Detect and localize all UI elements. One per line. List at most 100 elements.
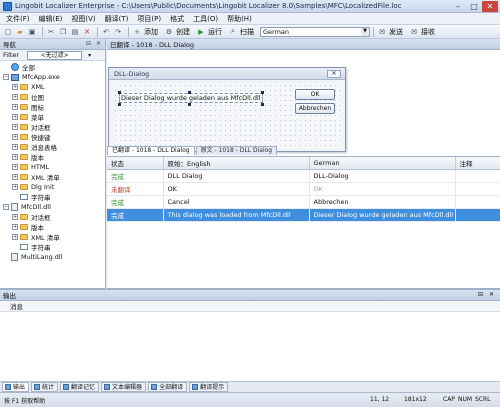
- expand-icon[interactable]: +: [12, 134, 18, 140]
- column-status[interactable]: 状态: [107, 157, 164, 170]
- tab-statistics[interactable]: 统计: [31, 382, 59, 392]
- collapse-icon[interactable]: −: [3, 74, 9, 80]
- note-cell[interactable]: [455, 208, 500, 222]
- minimize-button[interactable]: –: [450, 1, 466, 12]
- create-button[interactable]: 创建: [176, 27, 190, 37]
- table-row[interactable]: 未翻译 OK OK: [107, 182, 500, 196]
- tree-item[interactable]: 全部: [0, 62, 105, 72]
- resize-handle[interactable]: [261, 103, 264, 106]
- cut-icon[interactable]: ✂: [46, 27, 56, 37]
- receive-icon[interactable]: ✉: [409, 27, 419, 37]
- ok-button[interactable]: OK: [295, 89, 335, 100]
- resize-handle[interactable]: [261, 91, 264, 94]
- expand-icon[interactable]: +: [12, 84, 18, 90]
- tree-item[interactable]: + Dlg Init: [0, 182, 105, 192]
- tree-item[interactable]: + 版本: [0, 222, 105, 232]
- dialog-static-text[interactable]: Dieser Dialog wurde geladen aus MfcDll.d…: [119, 93, 263, 103]
- cancel-button[interactable]: Abbrechen: [295, 103, 335, 114]
- tree-item[interactable]: − MfcDll.dll: [0, 202, 105, 212]
- send-button[interactable]: 发送: [389, 27, 403, 37]
- status-cell[interactable]: 完成: [107, 195, 164, 209]
- target-cell[interactable]: DLL-Dialog: [309, 169, 456, 183]
- maximize-button[interactable]: □: [466, 1, 482, 12]
- tree-item[interactable]: + XML 清单: [0, 232, 105, 242]
- note-cell[interactable]: [455, 169, 500, 183]
- tree-item[interactable]: + 快捷键: [0, 132, 105, 142]
- source-cell[interactable]: Cancel: [163, 195, 310, 209]
- expand-icon[interactable]: +: [12, 114, 18, 120]
- scan-icon[interactable]: ⌕: [228, 27, 238, 37]
- status-cell[interactable]: 完成: [107, 208, 164, 222]
- pin-icon[interactable]: ⊟: [86, 40, 91, 47]
- add-button[interactable]: 添加: [144, 27, 158, 37]
- resize-handle[interactable]: [118, 91, 121, 94]
- source-cell[interactable]: This dialog was loaded from MfcDll.dll: [163, 208, 310, 222]
- source-cell[interactable]: DLL Dialog: [163, 169, 310, 183]
- expand-icon[interactable]: +: [12, 144, 18, 150]
- run-icon[interactable]: ▶: [196, 27, 206, 37]
- add-icon[interactable]: +: [132, 27, 142, 37]
- tree-item[interactable]: + 对话框: [0, 122, 105, 132]
- redo-icon[interactable]: ↷: [113, 27, 123, 37]
- close-button[interactable]: ✕: [482, 1, 498, 12]
- menu-tools[interactable]: 工具(O): [193, 14, 218, 24]
- message-column[interactable]: 消息: [10, 301, 23, 311]
- note-cell[interactable]: [455, 195, 500, 209]
- paste-icon[interactable]: ▤: [70, 27, 80, 37]
- menu-edit[interactable]: 编辑(E): [39, 14, 63, 24]
- tree-item[interactable]: + 菜单: [0, 112, 105, 122]
- tab-translation-memory[interactable]: 翻译记忆: [60, 382, 100, 392]
- expand-icon[interactable]: +: [12, 164, 18, 170]
- copy-icon[interactable]: ❐: [58, 27, 68, 37]
- status-cell[interactable]: 未翻译: [107, 182, 164, 196]
- tree-item[interactable]: + 消息表格: [0, 142, 105, 152]
- resize-handle[interactable]: [188, 91, 191, 94]
- source-cell[interactable]: OK: [163, 182, 310, 196]
- menu-help[interactable]: 帮助(H): [227, 14, 252, 24]
- table-row[interactable]: 完成 Cancel Abbrechen: [107, 195, 500, 209]
- menu-project[interactable]: 项目(P): [137, 14, 161, 24]
- tree-item[interactable]: 字符串: [0, 242, 105, 252]
- tab-translated[interactable]: 已翻译 - 1018 - DLL Dialog: [107, 146, 195, 155]
- tree-item[interactable]: + HTML: [0, 162, 105, 172]
- tree-item[interactable]: + 对话框: [0, 212, 105, 222]
- expand-icon[interactable]: +: [12, 154, 18, 160]
- open-icon[interactable]: ▰: [15, 27, 25, 37]
- panel-close-icon[interactable]: ✕: [489, 291, 494, 298]
- run-button[interactable]: 运行: [208, 27, 222, 37]
- target-cell[interactable]: OK: [309, 182, 456, 196]
- tree-item[interactable]: + XML: [0, 82, 105, 92]
- expand-icon[interactable]: +: [12, 104, 18, 110]
- tree-item[interactable]: − MfcApp.exe: [0, 72, 105, 82]
- build-icon[interactable]: ⚙: [164, 27, 174, 37]
- dialog-close-icon[interactable]: ✕: [327, 70, 341, 78]
- resize-handle[interactable]: [118, 103, 121, 106]
- tab-original[interactable]: 原文 - 1018 - DLL Dialog: [195, 146, 278, 155]
- send-icon[interactable]: ✉: [377, 27, 387, 37]
- table-row[interactable]: 完成 This dialog was loaded from MfcDll.dll…: [107, 208, 500, 222]
- menu-file[interactable]: 文件(F): [6, 14, 30, 24]
- undo-icon[interactable]: ↶: [101, 27, 111, 37]
- resize-handle[interactable]: [188, 103, 191, 106]
- target-cell[interactable]: Dieser Dialog wurde geladen aus MfcDll.d…: [309, 208, 456, 222]
- tree-item[interactable]: + 位图: [0, 92, 105, 102]
- tree-item[interactable]: + 图标: [0, 102, 105, 112]
- language-select[interactable]: German ▼: [260, 26, 370, 37]
- status-cell[interactable]: 完成: [107, 169, 164, 183]
- target-cell[interactable]: Abbrechen: [309, 195, 456, 209]
- tree-item[interactable]: 字符串: [0, 192, 105, 202]
- filter-select[interactable]: <无过滤>: [27, 50, 83, 60]
- tree-item[interactable]: + 版本: [0, 152, 105, 162]
- expand-icon[interactable]: +: [12, 224, 18, 230]
- receive-button[interactable]: 接收: [421, 27, 435, 37]
- menu-translate[interactable]: 翻译(T): [105, 14, 129, 24]
- expand-icon[interactable]: +: [12, 184, 18, 190]
- tab-text-editor[interactable]: 文本编辑器: [101, 382, 147, 392]
- column-target[interactable]: German: [309, 157, 456, 170]
- note-cell[interactable]: [455, 182, 500, 196]
- filter-options-icon[interactable]: ▾: [88, 52, 91, 59]
- expand-icon[interactable]: +: [12, 214, 18, 220]
- delete-icon[interactable]: ✕: [82, 27, 92, 37]
- tab-translation-hints[interactable]: 翻译提示: [189, 382, 229, 392]
- column-note[interactable]: 注释: [455, 157, 500, 170]
